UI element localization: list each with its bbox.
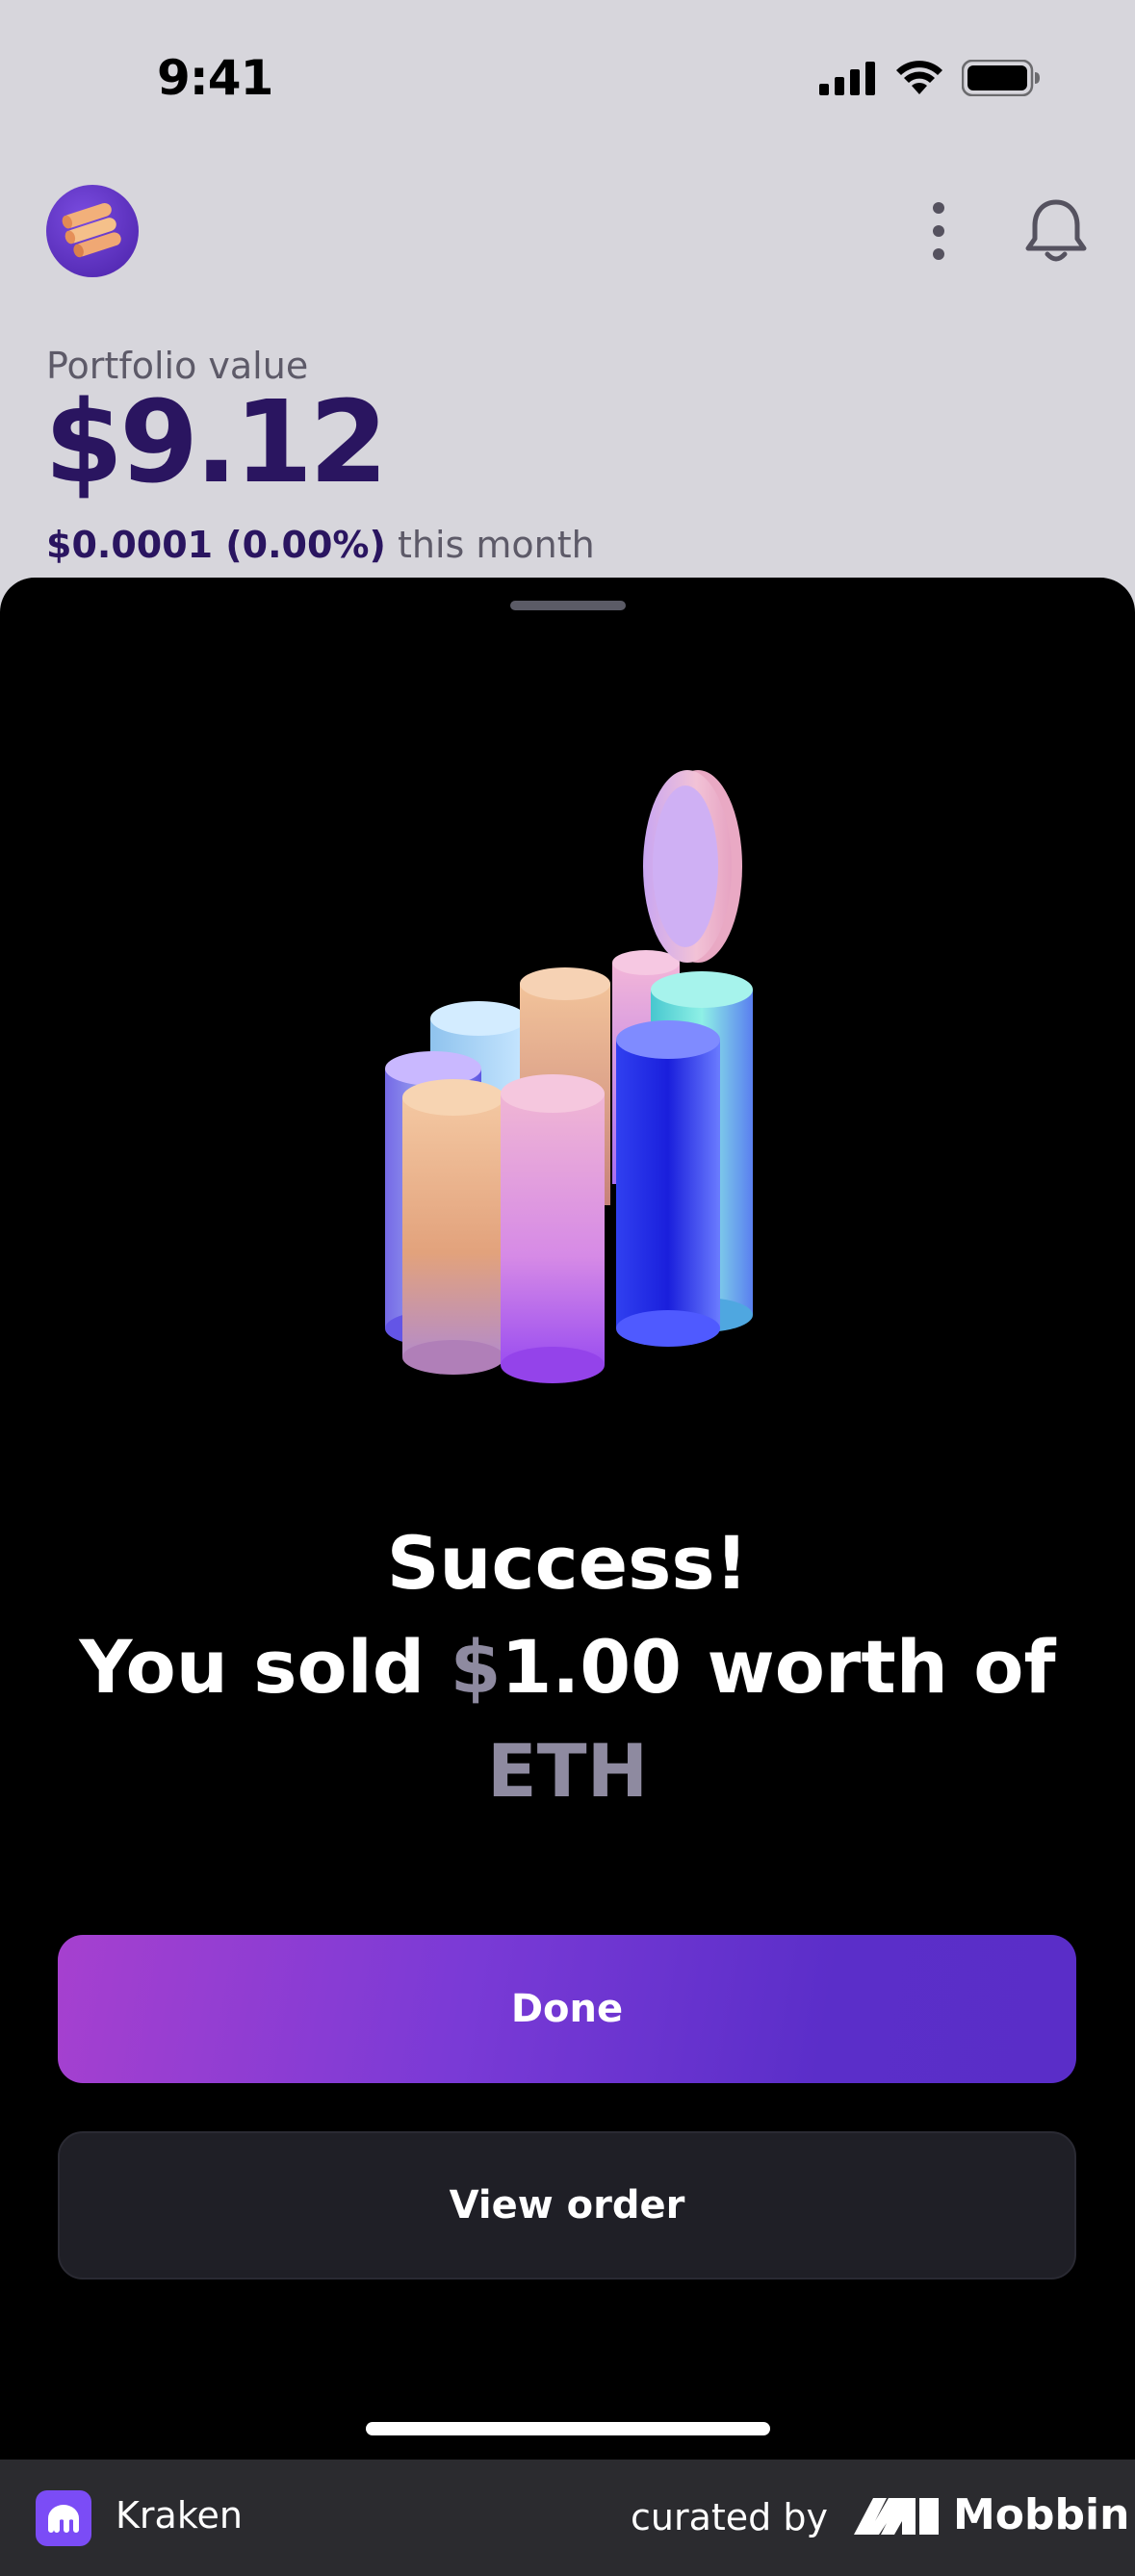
cellular-signal-icon <box>819 62 875 95</box>
sold-asset: ETH <box>486 1728 649 1814</box>
home-indicator <box>366 2422 770 2435</box>
kraken-logo-icon <box>36 2490 91 2546</box>
currency-symbol: $ <box>450 1624 502 1710</box>
success-illustration <box>366 760 770 1386</box>
mobbin-logo-icon <box>854 2498 939 2535</box>
success-sheet: Success! You sold $1.00 worth of ETH Don… <box>0 578 1135 2460</box>
more-vertical-icon[interactable] <box>919 200 958 262</box>
coins-avatar-icon[interactable] <box>46 185 139 277</box>
status-time: 9:41 <box>157 50 273 106</box>
portfolio-change: $0.0001 (0.00%) this month <box>46 524 595 566</box>
battery-icon <box>962 60 1040 96</box>
sold-prefix: You sold <box>79 1624 451 1710</box>
mobbin-brand: Mobbin <box>953 2490 1130 2539</box>
view-order-button[interactable]: View order <box>58 2131 1076 2280</box>
done-button[interactable]: Done <box>58 1935 1076 2083</box>
attribution-footer: Kraken curated by Mobbin <box>0 2460 1135 2576</box>
status-bar: 9:41 <box>0 0 1135 154</box>
bell-icon[interactable] <box>1023 196 1089 266</box>
app-header <box>0 173 1135 289</box>
curated-by-label: curated by <box>631 2496 828 2538</box>
sold-summary: You sold $1.00 worth of <box>0 1615 1135 1719</box>
sheet-grabber[interactable] <box>510 601 626 610</box>
change-period: this month <box>397 524 595 566</box>
sold-amount: 1.00 worth of <box>501 1624 1056 1710</box>
success-title: Success! <box>386 1520 749 1606</box>
success-message: Success! You sold $1.00 worth of ETH <box>0 1511 1135 1823</box>
change-amount: $0.0001 (0.00%) <box>46 524 386 566</box>
wifi-icon <box>896 61 942 94</box>
app-name: Kraken <box>116 2494 243 2537</box>
portfolio-value: $9.12 <box>44 375 388 508</box>
status-icons <box>819 60 1041 96</box>
